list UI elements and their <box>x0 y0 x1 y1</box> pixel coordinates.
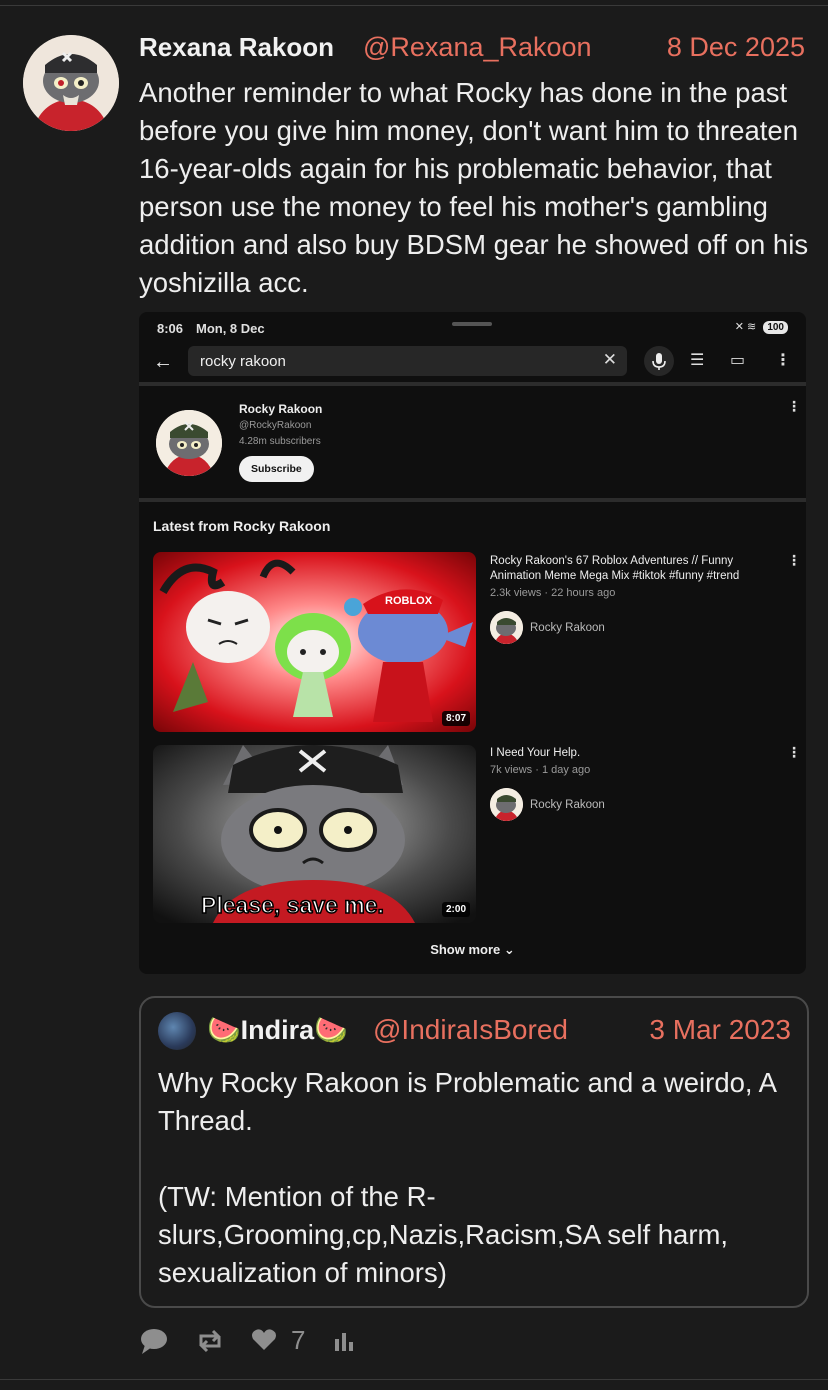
subscribe-button[interactable]: Subscribe <box>239 456 314 482</box>
thumbnail-caption: Please, save me. <box>201 892 384 918</box>
status-time: 8:06 <box>157 321 184 336</box>
channel-avatar[interactable] <box>156 410 222 476</box>
cast-icon[interactable]: ▭ <box>730 350 745 370</box>
bottom-divider <box>0 1379 828 1380</box>
channel-avatar-small <box>490 611 523 644</box>
quote-author-avatar[interactable] <box>158 1012 196 1050</box>
subscriber-count: 4.28m subscribers <box>239 436 321 447</box>
clear-search-icon[interactable]: ✕ <box>603 350 617 370</box>
video-title[interactable]: Rocky Rakoon's 67 Roblox Adventures // F… <box>490 554 780 584</box>
show-more-label: Show more <box>430 942 501 957</box>
search-bar: ← rocky rakoon ✕ ☰ ▭ ⋮ <box>139 345 806 385</box>
like-count: 7 <box>291 1325 306 1355</box>
video-channel[interactable]: Rocky Rakoon <box>490 611 605 644</box>
more-options-icon[interactable]: ⋮ <box>775 350 791 370</box>
mute-icon: ✕ <box>734 321 744 333</box>
search-input[interactable]: rocky rakoon ✕ <box>188 346 627 376</box>
action-bar: 7 <box>139 1325 439 1357</box>
thumbnail-roblox-text: ROBLOX <box>385 595 433 607</box>
status-icons: ✕ ≋ 100 <box>735 320 788 334</box>
search-query: rocky rakoon <box>200 353 286 370</box>
divider <box>139 498 806 502</box>
stats-icon[interactable] <box>333 1329 357 1353</box>
notch-pill <box>452 322 492 326</box>
attached-screenshot[interactable]: 8:06 Mon, 8 Dec ✕ ≋ 100 ← rocky rakoon ✕… <box>139 312 806 974</box>
video-thumbnail[interactable]: ROBLOX 8:07 <box>153 552 476 732</box>
video-menu-icon[interactable]: ⋮ <box>787 744 801 761</box>
post-header: Rexana Rakoon @Rexana_Rakoon 8 Dec 2025 <box>139 32 809 66</box>
filter-icon[interactable]: ☰ <box>690 350 704 370</box>
channel-avatar-small <box>490 788 523 821</box>
author-handle[interactable]: @Rexana_Rakoon <box>363 32 592 63</box>
quote-author-name[interactable]: 🍉Indira🍉 <box>207 1014 348 1046</box>
quoted-post[interactable]: 🍉Indira🍉 @IndiraIsBored 3 Mar 2023 Why R… <box>139 996 809 1308</box>
back-arrow-icon[interactable]: ← <box>153 351 173 374</box>
reply-icon[interactable] <box>139 1327 169 1355</box>
channel-menu-icon[interactable]: ⋮ <box>787 398 801 415</box>
video-meta: 2.3k views · 22 hours ago <box>490 587 616 599</box>
wifi-icon: ≋ <box>747 321 757 333</box>
heart-icon[interactable] <box>251 1328 277 1352</box>
battery-indicator: 100 <box>763 321 788 334</box>
video-duration: 2:00 <box>441 902 470 917</box>
video-channel[interactable]: Rocky Rakoon <box>490 788 605 821</box>
author-name[interactable]: Rexana Rakoon <box>139 32 334 63</box>
video-thumbnail[interactable]: Please, save me. 2:00 <box>153 745 476 923</box>
top-divider <box>0 5 828 6</box>
show-more-button[interactable]: Show more ⌄ <box>139 942 806 958</box>
status-date: Mon, 8 Dec <box>196 321 265 336</box>
divider <box>139 382 806 386</box>
post-text: Another reminder to what Rocky has done … <box>139 77 809 298</box>
video-title[interactable]: I Need Your Help. <box>490 746 780 761</box>
channel-name[interactable]: Rocky Rakoon <box>239 402 322 416</box>
video-duration: 8:07 <box>441 711 470 726</box>
video-info: Rocky Rakoon's 67 Roblox Adventures // F… <box>490 554 780 644</box>
section-title: Latest from Rocky Rakoon <box>153 518 331 534</box>
channel-handle: @RockyRakoon <box>239 420 312 431</box>
channel-info: Rocky Rakoon @RockyRakoon 4.28m subscrib… <box>239 402 322 482</box>
video-info: I Need Your Help. 7k views · 1 day ago R… <box>490 746 780 821</box>
chevron-down-icon: ⌄ <box>503 942 515 957</box>
quote-author-handle[interactable]: @IndiraIsBored <box>373 1014 568 1046</box>
video-menu-icon[interactable]: ⋮ <box>787 552 801 569</box>
quote-date[interactable]: 3 Mar 2023 <box>649 1014 791 1046</box>
quote-text: Why Rocky Rakoon is Problematic and a we… <box>158 1067 776 1288</box>
status-bar: 8:06 Mon, 8 Dec ✕ ≋ 100 <box>139 312 806 342</box>
repost-icon[interactable] <box>195 1328 225 1354</box>
video-channel-name: Rocky Rakoon <box>530 798 605 811</box>
author-avatar[interactable] <box>23 35 119 131</box>
post-date[interactable]: 8 Dec 2025 <box>667 32 805 63</box>
microphone-icon[interactable] <box>644 346 674 376</box>
video-meta: 7k views · 1 day ago <box>490 764 591 776</box>
video-channel-name: Rocky Rakoon <box>530 621 605 634</box>
